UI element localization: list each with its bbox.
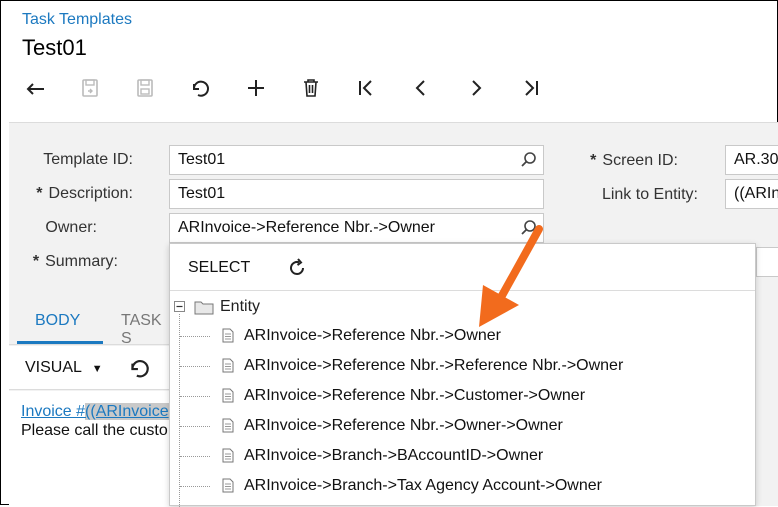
next-record-button[interactable] [458, 73, 494, 103]
save-button[interactable] [127, 73, 163, 103]
tree-item-label: ARInvoice->Branch->BAccountID->Owner [244, 447, 544, 464]
delete-button[interactable] [293, 73, 329, 103]
document-icon [222, 478, 234, 493]
tree-item[interactable]: ARInvoice->Reference Nbr.->Owner->Owner [180, 414, 740, 438]
previous-record-button[interactable] [403, 73, 439, 103]
link-to-entity-label: Link to Entity: [601, 186, 698, 203]
tree-item[interactable]: ARInvoice->Reference Nbr.->Customer->Own… [180, 384, 740, 408]
refresh-icon[interactable] [286, 257, 308, 279]
link-to-entity-value: ((ARIn [734, 185, 778, 202]
caret-down-icon: ▼ [91, 363, 103, 375]
document-icon [222, 418, 234, 433]
tab-task-settings[interactable]: TASK S [121, 312, 169, 348]
tree-branch-line [180, 456, 210, 457]
visual-mode-dropdown[interactable]: VISUAL ▼ [25, 359, 103, 377]
editor-placeholder-highlight: ((ARInvoice [85, 403, 169, 420]
tab-bar: BODY TASK S [9, 297, 169, 348]
last-record-button[interactable] [513, 73, 549, 103]
undo-button[interactable] [182, 73, 218, 103]
editor-toolbar: VISUAL ▼ [9, 346, 171, 390]
owner-value: ARInvoice->Reference Nbr.->Owner [178, 219, 435, 236]
document-icon [222, 358, 234, 373]
save-icon [137, 79, 153, 97]
template-id-label: Template ID: [43, 151, 133, 168]
tree-item-label: ARInvoice->Reference Nbr.->Owner->Owner [244, 417, 563, 434]
screen-id-label: * Screen ID: [590, 152, 678, 169]
first-icon [359, 80, 372, 96]
lookup-toolbar: SELECT [170, 244, 755, 291]
tree-branch-line [180, 486, 210, 487]
select-button[interactable]: SELECT [188, 259, 250, 277]
save-close-icon [82, 79, 98, 97]
previous-icon [415, 80, 425, 96]
add-button[interactable] [238, 73, 274, 103]
description-field[interactable]: Test01 [169, 179, 544, 209]
required-mark: * [32, 253, 40, 270]
tree-item[interactable]: ARInvoice->Branch->Tax Agency Account->O… [180, 474, 740, 498]
document-icon [222, 388, 234, 403]
next-icon [472, 80, 482, 96]
tab-body[interactable]: BODY [35, 312, 80, 330]
editor-body[interactable]: Invoice #((ARInvoice Please call the cus… [9, 391, 171, 506]
delete-icon [304, 79, 318, 97]
active-tab-indicator [17, 341, 103, 344]
required-mark: * [36, 185, 43, 202]
first-record-button[interactable] [348, 73, 384, 103]
search-icon[interactable] [520, 219, 538, 237]
summary-field[interactable] [756, 247, 778, 277]
tree-item-label: ARInvoice->Branch->Tax Agency Account->O… [244, 477, 602, 494]
owner-lookup-panel: SELECT Entity ARInvoice->Reference Nbr.-… [169, 243, 756, 507]
add-icon [248, 80, 264, 96]
tree-branch-line [180, 336, 210, 337]
description-value: Test01 [178, 185, 226, 202]
document-icon [222, 448, 234, 463]
tree-item-label: ARInvoice->Reference Nbr.->Customer->Own… [244, 387, 586, 404]
template-id-value: Test01 [178, 151, 226, 168]
template-id-field[interactable]: Test01 [169, 145, 544, 175]
tree-root-label: Entity [220, 298, 261, 315]
tree-item[interactable]: ARInvoice->Branch->BAccountID->Owner [180, 444, 740, 468]
tree-item-label: ARInvoice->Reference Nbr.->Owner [244, 327, 501, 344]
screen-id-field[interactable]: AR.30 [725, 145, 778, 175]
last-icon [525, 80, 538, 96]
back-arrow-icon [26, 83, 44, 95]
back-button[interactable] [17, 73, 53, 103]
visual-mode-label: VISUAL [25, 359, 82, 376]
tree-item[interactable]: ARInvoice->Reference Nbr.->Owner [180, 324, 740, 348]
folder-icon [194, 301, 214, 315]
screen-id-value: AR.30 [734, 151, 778, 168]
tree-branch-line [180, 396, 210, 397]
link-to-entity-field[interactable]: ((ARIn [725, 179, 778, 209]
tree-branch-line [180, 426, 210, 427]
required-mark: * [590, 152, 597, 169]
editor-text-line: Please call the custo [21, 422, 168, 439]
summary-label: * Summary: [32, 253, 118, 270]
editor-invoice-link[interactable]: Invoice #((ARInvoice [21, 403, 169, 421]
tree-branch-line [180, 366, 210, 367]
tree-item-label: ARInvoice->Reference Nbr.->Reference Nbr… [244, 357, 624, 374]
owner-field[interactable]: ARInvoice->Reference Nbr.->Owner [169, 213, 544, 243]
undo-icon[interactable] [127, 356, 151, 380]
breadcrumb[interactable]: Task Templates [22, 11, 132, 29]
search-icon[interactable] [520, 151, 538, 169]
description-label: * Description: [36, 185, 133, 202]
owner-label: Owner: [45, 219, 97, 236]
tree-item[interactable]: ARInvoice->Reference Nbr.->Reference Nbr… [180, 354, 740, 378]
collapse-icon[interactable] [174, 301, 185, 312]
save-close-button[interactable] [72, 73, 108, 103]
undo-icon [192, 80, 209, 97]
page-title: Test01 [22, 35, 87, 60]
document-icon [222, 328, 234, 343]
